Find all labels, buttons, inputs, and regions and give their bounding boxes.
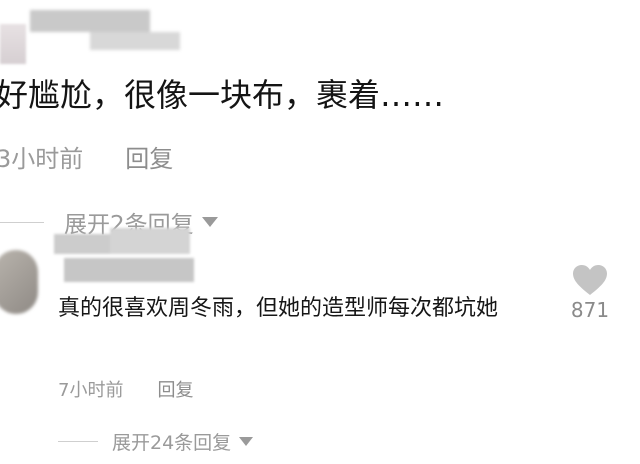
caret-down-icon xyxy=(201,217,218,227)
username-blurred[interactable] xyxy=(30,0,180,56)
expand-replies-label: 展开24条回复 xyxy=(112,431,232,454)
reply-button[interactable]: 回复 xyxy=(157,376,193,402)
comment-timestamp: 7小时前 xyxy=(58,380,124,401)
heart-icon xyxy=(573,265,607,295)
divider-line xyxy=(58,440,98,442)
like-count: 871 xyxy=(570,298,610,322)
like-button[interactable]: 871 xyxy=(566,264,614,322)
avatar-blurred[interactable] xyxy=(0,24,26,64)
username-blurred[interactable] xyxy=(54,228,204,286)
comment-meta: 7小时前 回复 xyxy=(58,374,193,404)
caret-down-icon xyxy=(239,436,254,446)
reply-button[interactable]: 回复 xyxy=(125,139,173,174)
divider-line xyxy=(0,221,44,223)
avatar-blurred[interactable] xyxy=(0,250,38,314)
comment-meta: 3小时前 回复 xyxy=(0,138,173,174)
comment-timestamp: 3小时前 xyxy=(0,144,84,173)
expand-replies-button[interactable]: 展开24条回复 xyxy=(58,426,254,456)
comment-text: 真的很喜欢周冬雨，但她的造型师每次都坑她 xyxy=(58,296,499,321)
comment-text: 好尴尬，很像一块布，裹着…… xyxy=(0,76,445,114)
